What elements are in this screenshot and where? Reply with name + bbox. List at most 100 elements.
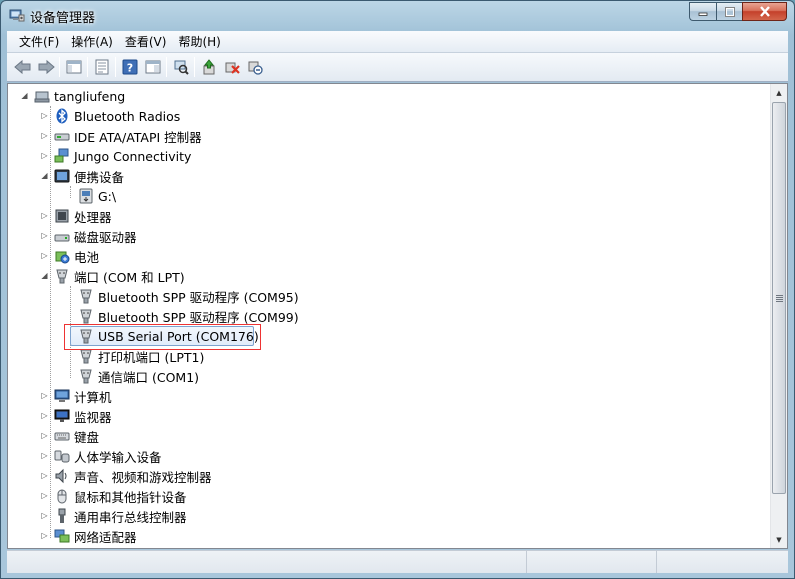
port-icon (80, 349, 92, 364)
tree-item-g-drive[interactable]: G:\ (60, 186, 116, 206)
update-driver-button[interactable] (197, 56, 220, 78)
tree-item-jungo[interactable]: ▷ Jungo Connectivity (40, 146, 191, 166)
tree-item-mice[interactable]: ▷ 鼠标和其他指针设备 (40, 486, 187, 506)
show-hide-tree-icon (66, 60, 81, 74)
tree-item-label: IDE ATA/ATAPI 控制器 (74, 129, 202, 145)
toolbar: ? (7, 53, 788, 82)
scroll-down-arrow-icon[interactable]: ▼ (771, 531, 787, 548)
tree-item-portable-devices[interactable]: ◢ 便携设备 (40, 166, 124, 186)
port-icon (56, 269, 68, 284)
tree-item-comm-port-com1[interactable]: 通信端口 (COM1) (60, 366, 199, 386)
toolbar-separator (115, 57, 116, 77)
expand-arrow-icon[interactable]: ▷ (40, 131, 49, 140)
tree-item-label: 声音、视频和游戏控制器 (74, 469, 212, 485)
console-view-button[interactable] (141, 56, 164, 78)
close-icon (759, 6, 770, 17)
scroll-up-arrow-icon[interactable]: ▲ (771, 84, 787, 101)
tree-item-usb-controllers[interactable]: ▷ 通用串行总线控制器 (40, 506, 187, 526)
menu-action[interactable]: 操作(A) (65, 32, 119, 52)
update-driver-icon (203, 59, 214, 75)
menu-help[interactable]: 帮助(H) (172, 32, 226, 52)
disk-drive-icon (54, 234, 70, 242)
collapse-arrow-icon[interactable]: ◢ (40, 271, 49, 280)
tree-item-label: 鼠标和其他指针设备 (74, 489, 187, 505)
tree-item-usb-serial-com176[interactable]: USB Serial Port (COM176) (60, 326, 259, 346)
tree-item-computer[interactable]: ▷ 计算机 (40, 386, 112, 406)
tree-item-label: Bluetooth SPP 驱动程序 (COM99) (98, 309, 299, 325)
tree-item-hid[interactable]: ▷ 人体学输入设备 (40, 446, 161, 466)
minimize-button[interactable] (689, 2, 716, 21)
tree-item-printer-port-lpt1[interactable]: 打印机端口 (LPT1) (60, 346, 204, 366)
tree-item-label: USB Serial Port (COM176) (98, 328, 259, 344)
scan-hardware-button[interactable] (169, 56, 192, 78)
tree-item-label: 电池 (74, 249, 100, 265)
scrollbar-thumb[interactable] (772, 102, 786, 494)
expand-arrow-icon[interactable]: ▷ (40, 391, 49, 400)
menu-file[interactable]: 文件(F) (13, 32, 65, 52)
properties-icon (95, 59, 108, 75)
expand-arrow-icon[interactable]: ▷ (40, 151, 49, 160)
tree-item-label: Bluetooth Radios (74, 108, 181, 124)
back-button[interactable] (11, 56, 34, 78)
network-device-icon (54, 148, 69, 163)
collapse-arrow-icon[interactable]: ◢ (40, 171, 49, 180)
uninstall-icon (225, 62, 240, 74)
expand-arrow-icon[interactable]: ▷ (40, 451, 49, 460)
tree-item-bt-spp-com99[interactable]: Bluetooth SPP 驱动程序 (COM99) (60, 306, 299, 326)
expand-arrow-icon[interactable]: ▷ (40, 511, 49, 520)
tree-item-bluetooth-radios[interactable]: ▷ Bluetooth Radios (40, 106, 180, 126)
speaker-icon (55, 468, 67, 484)
tree-item-keyboards[interactable]: ▷ 键盘 (40, 426, 99, 446)
title-bar[interactable]: 设备管理器 (1, 1, 794, 31)
tree-item-sound-video-game[interactable]: ▷ 声音、视频和游戏控制器 (40, 466, 212, 486)
tree-item-disk-drives[interactable]: ▷ 磁盘驱动器 (40, 226, 136, 246)
tree-item-label: Bluetooth SPP 驱动程序 (COM95) (98, 289, 299, 305)
tree-item-ide-controller[interactable]: ▷ IDE ATA/ATAPI 控制器 (40, 126, 202, 146)
maximize-icon (724, 6, 735, 17)
help-icon: ? (122, 59, 137, 75)
close-button[interactable] (742, 2, 787, 21)
expand-arrow-icon[interactable]: ▷ (40, 411, 49, 420)
menu-view[interactable]: 查看(V) (119, 32, 173, 52)
forward-button[interactable] (34, 56, 57, 78)
properties-button[interactable] (90, 56, 113, 78)
expand-arrow-icon[interactable]: ▷ (40, 231, 49, 240)
expand-arrow-icon[interactable]: ▷ (40, 111, 49, 120)
tree-item-processors[interactable]: ▷ 处理器 (40, 206, 112, 226)
maximize-button[interactable] (716, 2, 742, 21)
tree-item-label: G:\ (98, 188, 117, 204)
tree-item-network-adapters[interactable]: ▷ 网络适配器 (40, 526, 137, 546)
show-hide-tree-button[interactable] (62, 56, 85, 78)
battery-icon (55, 251, 70, 264)
expand-arrow-icon[interactable]: ▷ (40, 471, 49, 480)
disable-device-icon (248, 61, 263, 75)
tree-item-ports[interactable]: ◢ 端口 (COM 和 LPT) (40, 266, 185, 286)
tree-item-label: 网络适配器 (74, 529, 137, 545)
port-icon (80, 309, 92, 324)
network-adapter-icon (54, 529, 70, 543)
tree-item-label: 通信端口 (COM1) (98, 369, 200, 385)
ide-controller-icon (54, 133, 70, 141)
hid-icon (54, 450, 70, 463)
help-button[interactable]: ? (118, 56, 141, 78)
expand-arrow-icon[interactable]: ▷ (40, 211, 49, 220)
collapse-arrow-icon[interactable]: ◢ (20, 91, 29, 100)
expand-arrow-icon[interactable]: ▷ (40, 531, 49, 540)
expand-arrow-icon[interactable]: ▷ (40, 251, 49, 260)
monitor-icon (54, 409, 70, 422)
tree-item-bt-spp-com95[interactable]: Bluetooth SPP 驱动程序 (COM95) (60, 286, 299, 306)
usb-icon (58, 508, 66, 523)
tree-root[interactable]: ◢ tangliufeng (20, 86, 125, 106)
expand-arrow-icon[interactable]: ▷ (40, 431, 49, 440)
scrollbar-grip-icon (776, 295, 783, 302)
expand-arrow-icon[interactable]: ▷ (40, 491, 49, 500)
tree-item-label: 键盘 (74, 429, 100, 445)
tree-item-monitors[interactable]: ▷ 监视器 (40, 406, 112, 426)
minimize-icon (698, 12, 708, 16)
forward-arrow-icon (38, 59, 55, 75)
disable-device-button[interactable] (243, 56, 266, 78)
vertical-scrollbar[interactable]: ▲ ▼ (770, 84, 787, 548)
uninstall-button[interactable] (220, 56, 243, 78)
tree-item-battery[interactable]: ▷ 电池 (40, 246, 99, 266)
port-icon (80, 329, 92, 344)
